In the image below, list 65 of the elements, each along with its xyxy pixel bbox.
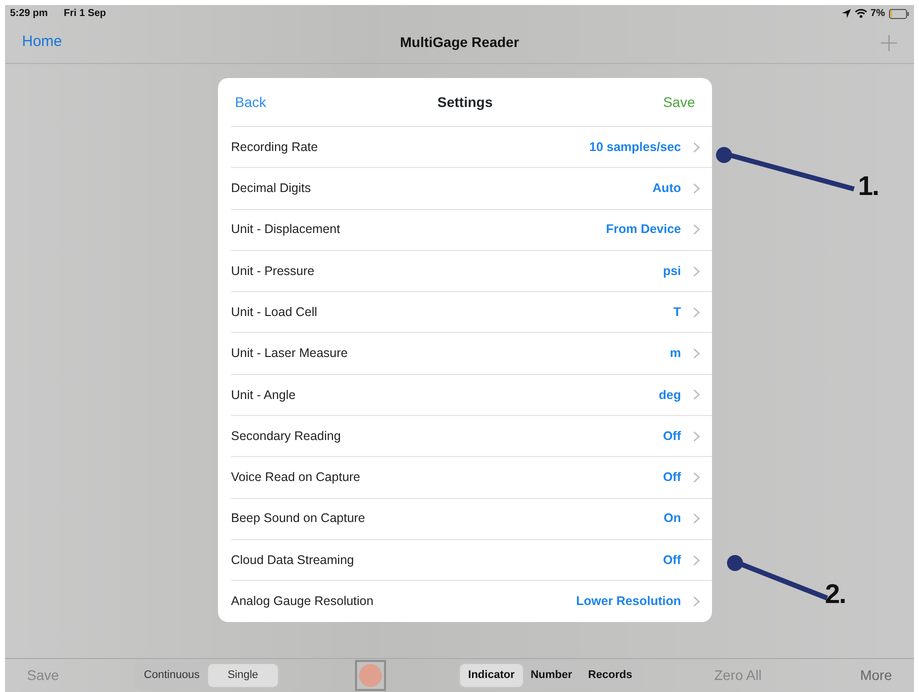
nav-title: MultiGage Reader — [400, 33, 520, 52]
setting-value: m — [670, 345, 681, 362]
chevron-icon — [693, 596, 700, 607]
record-button[interactable] — [355, 660, 386, 691]
status-time: 5:29 pm — [10, 7, 48, 21]
setting-label: Unit - Load Cell — [231, 304, 318, 321]
chevron-icon — [693, 554, 700, 566]
settings-row[interactable]: Unit - Displacement From Device — [231, 208, 712, 250]
setting-label: Beep Sound on Capture — [231, 510, 366, 528]
chevron-icon — [693, 306, 700, 318]
view-tab[interactable]: Indicator — [460, 664, 523, 687]
dialog-title: Settings — [437, 92, 493, 112]
setting-label: Unit - Pressure — [231, 262, 314, 280]
setting-value: T — [673, 304, 681, 321]
settings-row[interactable]: Unit - Pressure psi — [231, 250, 712, 292]
setting-value: Off — [662, 469, 681, 486]
chevron-icon — [693, 266, 700, 277]
chevron-icon — [693, 142, 700, 153]
view-tab[interactable]: Number — [522, 664, 580, 687]
settings-row[interactable]: Secondary Reading Off — [231, 415, 712, 456]
setting-value: From Device — [606, 221, 681, 238]
chevron-icon — [693, 182, 700, 194]
chevron-icon — [693, 472, 700, 484]
setting-value: psi — [662, 262, 681, 280]
setting-value: On — [664, 510, 681, 528]
setting-label: Recording Rate — [231, 138, 318, 156]
callout-number: 2. — [825, 581, 846, 608]
settings-row[interactable]: Unit - Laser Measure m — [231, 332, 712, 374]
setting-label: Analog Gauge Resolution — [231, 593, 374, 610]
setting-value: Auto — [652, 180, 681, 198]
settings-row[interactable]: Decimal Digits Auto — [231, 167, 712, 209]
setting-value: 10 samples/sec — [589, 138, 681, 156]
settings-row[interactable]: Recording Rate 10 samples/sec — [231, 126, 712, 168]
setting-value: Off — [662, 428, 681, 445]
setting-value: deg — [658, 386, 681, 404]
settings-row[interactable]: Unit - Angle deg — [231, 374, 712, 416]
view-tab[interactable]: Records — [580, 664, 640, 687]
settings-row[interactable]: Unit - Load Cell T — [231, 291, 712, 332]
wifi-icon — [854, 9, 867, 18]
setting-value: Off — [662, 552, 681, 569]
mode-tab[interactable]: Single — [208, 664, 278, 687]
add-icon[interactable] — [881, 34, 897, 50]
setting-label: Cloud Data Streaming — [231, 552, 354, 569]
setting-label: Secondary Reading — [231, 428, 341, 445]
settings-row[interactable]: Analog Gauge Resolution Lower Resolution — [231, 580, 712, 622]
status-date: Fri 1 Sep — [64, 7, 106, 21]
chevron-icon — [693, 389, 700, 400]
mode-tab[interactable]: Continuous — [136, 664, 208, 687]
setting-label: Decimal Digits — [231, 180, 311, 198]
location-icon — [842, 9, 851, 18]
battery-percent: 7% — [870, 7, 885, 21]
setting-label: Unit - Angle — [231, 386, 296, 404]
chevron-icon — [693, 513, 700, 524]
settings-row[interactable]: Voice Read on Capture Off — [231, 456, 712, 498]
settings-row[interactable]: Cloud Data Streaming Off — [231, 538, 712, 580]
settings-row[interactable]: Beep Sound on Capture On — [231, 498, 712, 539]
chevron-icon — [693, 224, 700, 236]
setting-label: Unit - Displacement — [231, 221, 340, 238]
callout-number: 1. — [858, 173, 879, 200]
chevron-icon — [693, 430, 700, 442]
setting-label: Voice Read on Capture — [231, 469, 360, 486]
battery-icon — [889, 8, 909, 18]
setting-label: Unit - Laser Measure — [231, 345, 348, 362]
setting-value: Lower Resolution — [576, 593, 681, 610]
chevron-icon — [693, 348, 700, 360]
